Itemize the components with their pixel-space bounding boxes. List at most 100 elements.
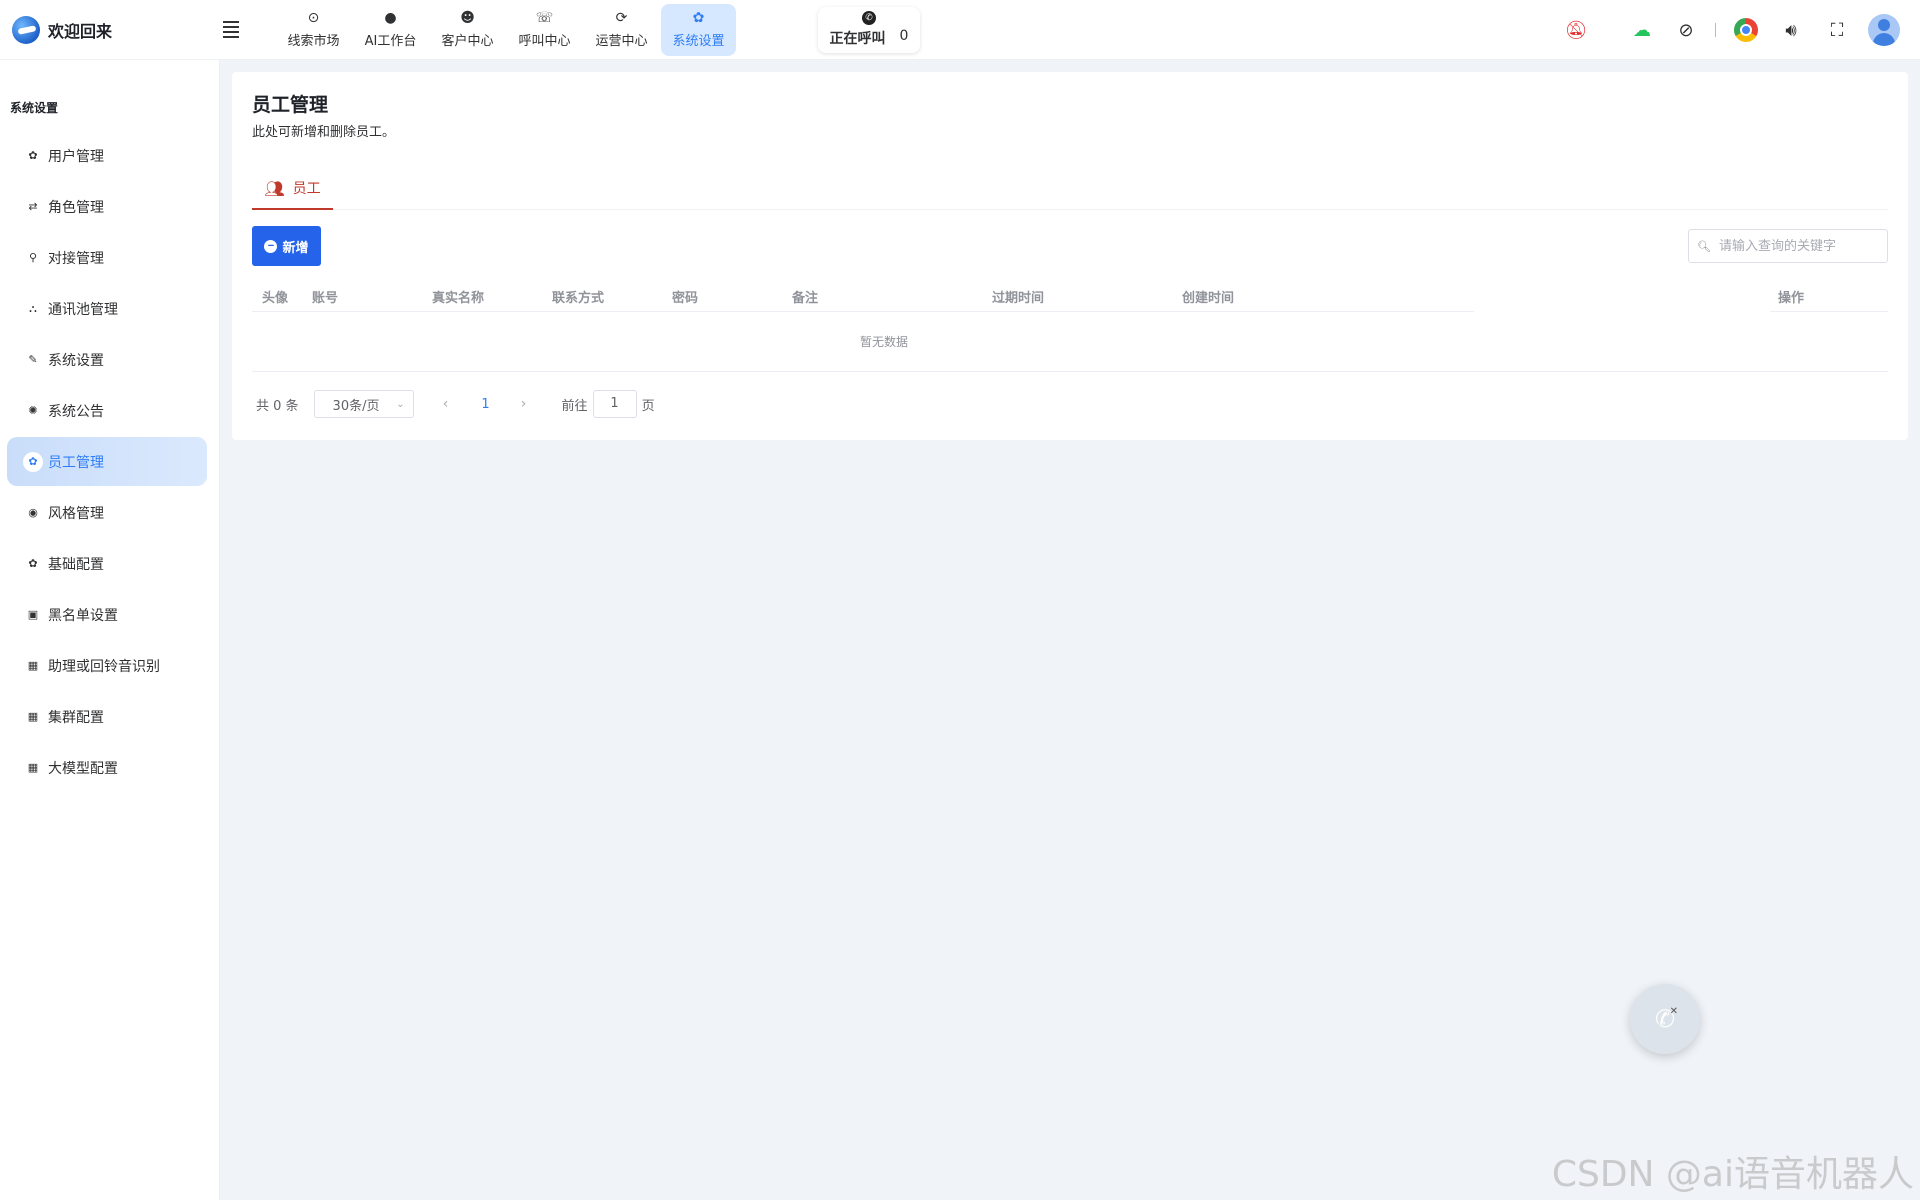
sidebar-menu: ✿ 用户管理 ⇄ 角色管理 ⚲ 对接管理 ⛬ 通讯池管理 ✎ 系统设置 ✺ 系统公告 ✿ 员工…: [0, 131, 219, 792]
calling-label: 正在呼叫: [829, 31, 886, 47]
bell-off-icon[interactable]: 🔕︎: [1563, 17, 1589, 43]
page-jump-input[interactable]: 1: [592, 390, 637, 418]
chrome-icon[interactable]: [1734, 18, 1758, 42]
sidebar-item-label: 黑名单设置: [48, 607, 118, 624]
col-real-name: 真实名称: [432, 291, 485, 306]
nav-label: 线索市场: [287, 34, 340, 49]
sidebar-item-basic-config[interactable]: ✿ 基础配置: [7, 539, 207, 588]
nav-label: 运营中心: [595, 34, 648, 49]
user-avatar[interactable]: [1868, 14, 1900, 46]
col-account: 账号: [312, 291, 339, 306]
connect-icon: ⚲: [28, 251, 38, 264]
sidebar: 系统设置 ✿ 用户管理 ⇄ 角色管理 ⚲ 对接管理 ⛬ 通讯池管理 ✎ 系统设置 ✺ 系统公…: [0, 60, 220, 1200]
tab-label: 员工: [292, 181, 321, 197]
nav-call-center[interactable]: ☏ 呼叫中心: [507, 4, 582, 56]
sidebar-item-label: 对接管理: [48, 250, 104, 267]
network-icon: ⛬: [29, 301, 37, 315]
calling-count: 0: [899, 28, 909, 44]
target-icon: ⊙: [307, 10, 320, 26]
fullscreen-icon[interactable]: ⛶: [1824, 17, 1850, 43]
sidebar-item-llm-config[interactable]: ▦ 大模型配置: [7, 743, 207, 792]
nav-label: 客户中心: [441, 34, 494, 49]
headset-icon: ☏: [535, 10, 554, 26]
col-expire-time: 过期时间: [992, 291, 1045, 306]
people-icon: 👥︎: [264, 178, 285, 198]
sidebar-item-label: 助理或回铃音识别: [48, 658, 160, 675]
search-input[interactable]: [1718, 238, 1879, 254]
sidebar-item-label: 系统公告: [48, 403, 104, 420]
table-empty: 暂无数据: [252, 312, 1888, 372]
sidebar-title: 系统设置: [10, 101, 59, 115]
robot-icon: ●: [384, 10, 397, 26]
floating-call-button[interactable]: ✆ ✕: [1630, 984, 1700, 1054]
nav-operations-center[interactable]: ⟳ 运营中心: [584, 4, 659, 56]
circle-plus-icon: −: [264, 239, 278, 253]
gear-icon: ✿: [23, 451, 43, 472]
sidebar-item-label: 角色管理: [48, 199, 104, 216]
nav-leads-market[interactable]: ⊙ 线索市场: [276, 4, 351, 56]
sidebar-item-user-management[interactable]: ✿ 用户管理: [7, 131, 207, 180]
watermark: CSDN @ai语音机器人: [1551, 1154, 1914, 1195]
nav-ai-workbench[interactable]: ● AI工作台: [353, 4, 428, 56]
sidebar-item-ringback-recognition[interactable]: ▦ 助理或回铃音识别: [7, 641, 207, 690]
sidebar-item-system-settings[interactable]: ✎ 系统设置: [7, 335, 207, 384]
users-icon: ☻: [460, 10, 475, 26]
sidebar-item-label: 基础配置: [48, 556, 104, 573]
nav-label: 系统设置: [672, 34, 725, 49]
page-title: 员工管理: [252, 94, 329, 116]
main-nav: ⊙ 线索市场 ● AI工作台 ☻ 客户中心 ☏ 呼叫中心 ⟳ 运营中心 ✿ 系统设置: [276, 3, 738, 56]
tabs: 👥︎ 员工: [252, 168, 1888, 210]
volume-icon[interactable]: 🔊︎: [1778, 17, 1804, 43]
brand-logo-icon: [12, 15, 40, 44]
divider: [1715, 23, 1716, 37]
sidebar-item-label: 员工管理: [48, 454, 104, 471]
current-page[interactable]: 1: [480, 397, 492, 412]
top-bar: 欢迎回来 ⊙ 线索市场 ● AI工作台 ☻ 客户中心 ☏ 呼叫中心 ⟳ 运营中心 ✿ 系统设…: [0, 0, 1920, 60]
search-box: 🔍︎: [1688, 229, 1888, 263]
col-actions: 操作: [1778, 291, 1805, 306]
sidebar-item-comm-pool[interactable]: ⛬ 通讯池管理: [7, 284, 207, 333]
prev-page-icon[interactable]: ‹: [440, 396, 452, 412]
sidebar-item-employee-management[interactable]: ✿ 员工管理: [7, 437, 207, 486]
sidebar-item-label: 集群配置: [48, 709, 104, 726]
close-icon: ✕: [1669, 1006, 1678, 1017]
table-header: 头像 账号 真实名称 联系方式 密码 备注 过期时间 创建时间 操作: [252, 278, 1888, 312]
swap-icon: ⇄: [28, 200, 38, 213]
employee-card: 员工管理 此处可新增和删除员工。 👥︎ 员工 − 新增 🔍︎ 头像 账号 真实名…: [232, 72, 1908, 440]
nav-label: AI工作台: [364, 34, 417, 49]
sidebar-item-role-management[interactable]: ⇄ 角色管理: [7, 182, 207, 231]
ban-icon[interactable]: ⊘: [1673, 17, 1699, 43]
chevron-down-icon: ⌄: [396, 398, 405, 410]
col-avatar: 头像: [262, 291, 289, 306]
top-right-tools: 🔕︎ ☁ ⊘ 🔊︎ ⛶: [1543, 0, 1900, 60]
col-create-time: 创建时间: [1182, 291, 1235, 306]
goto-label: 前往: [561, 398, 588, 414]
nav-label: 呼叫中心: [518, 34, 571, 49]
page-size-value: 30条/页: [332, 398, 380, 414]
tab-employees[interactable]: 👥︎ 员工: [252, 168, 333, 210]
calling-status[interactable]: ✆ 正在呼叫 0: [818, 6, 920, 53]
announcement-icon: ✺: [28, 404, 38, 417]
sidebar-item-blacklist[interactable]: ▣ 黑名单设置: [7, 590, 207, 639]
sidebar-item-label: 系统设置: [48, 352, 104, 369]
contact-card-icon: ▣: [27, 608, 39, 621]
dashboard-icon: ▦: [27, 761, 39, 774]
brand[interactable]: 欢迎回来: [0, 15, 210, 44]
gear-icon: ✿: [28, 557, 38, 570]
sidebar-item-label: 大模型配置: [48, 760, 118, 777]
nav-system-settings[interactable]: ✿ 系统设置: [661, 3, 736, 56]
sidebar-item-system-announcement[interactable]: ✺ 系统公告: [7, 386, 207, 435]
next-page-icon[interactable]: ›: [518, 396, 530, 412]
phone-icon: ✆: [862, 11, 876, 25]
col-password: 密码: [672, 291, 699, 306]
menu-toggle-icon[interactable]: [223, 18, 247, 42]
sidebar-item-label: 用户管理: [48, 148, 104, 165]
sidebar-item-style-management[interactable]: ◉ 风格管理: [7, 488, 207, 537]
add-employee-button[interactable]: − 新增: [252, 226, 321, 266]
page-size-select[interactable]: 30条/页 ⌄: [313, 390, 414, 418]
nav-customer-center[interactable]: ☻ 客户中心: [430, 4, 505, 56]
sidebar-item-cluster-config[interactable]: ▦ 集群配置: [7, 692, 207, 741]
dashboard-icon: ▦: [27, 659, 39, 672]
cloud-upload-icon[interactable]: ☁: [1629, 17, 1655, 43]
sidebar-item-integration-management[interactable]: ⚲ 对接管理: [7, 233, 207, 282]
